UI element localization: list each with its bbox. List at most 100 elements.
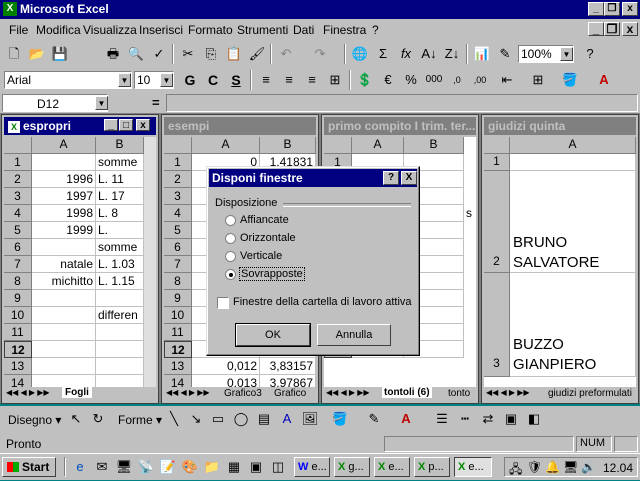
- volume-icon[interactable]: 🔊: [581, 460, 596, 474]
- copy-icon[interactable]: ⎘: [201, 44, 221, 64]
- row-header[interactable]: 12: [4, 341, 32, 358]
- corner-header[interactable]: [4, 137, 32, 154]
- font-dropdown-icon[interactable]: ▼: [118, 73, 131, 87]
- preview-icon[interactable]: 🔍: [126, 44, 146, 64]
- window-title-espropri[interactable]: Xespropri _ □ x: [4, 117, 156, 135]
- sheet-grid-giudizi[interactable]: A 1 2 BRUNO SALVATORE 3 BUZZO GIANPIERO: [484, 137, 636, 389]
- sheet-grid-espropri[interactable]: A B 1 somme 2 1996 L. 11 3 1997 L. 17 4 1998 L. 85…: [4, 137, 144, 389]
- col-header-a[interactable]: A: [352, 137, 404, 154]
- new-file-icon[interactable]: 🗋: [4, 44, 24, 64]
- explorer-icon[interactable]: 📁: [202, 457, 222, 477]
- cell-a[interactable]: 1996: [32, 171, 96, 188]
- cell-a[interactable]: [32, 290, 96, 307]
- spelling-icon[interactable]: ✓: [149, 44, 169, 64]
- sheet-tab-fogli[interactable]: Fogli: [62, 387, 92, 398]
- row-header[interactable]: 10: [4, 307, 32, 324]
- arrow-style-icon[interactable]: ⇄: [478, 409, 498, 429]
- cell-a[interactable]: 1997: [32, 188, 96, 205]
- sheet-tab-tonto[interactable]: tonto: [448, 388, 470, 399]
- notepad-icon[interactable]: 📝: [158, 457, 178, 477]
- size-select[interactable]: 10 ▼: [134, 71, 174, 89]
- row-header[interactable]: 13: [164, 358, 192, 375]
- sort-asc-icon[interactable]: A↓: [419, 44, 439, 64]
- tab-scroll-icons[interactable]: ◀◀ ◀ ▶ ▶▶: [6, 388, 50, 397]
- checkbox-label[interactable]: Finestre della cartella di lavoro attiva: [233, 296, 412, 308]
- chart-wizard-icon[interactable]: 📊: [472, 44, 492, 64]
- dialog-close-button[interactable]: X: [401, 171, 417, 185]
- row-header[interactable]: 3: [4, 188, 32, 205]
- sheet-tab-giudizi[interactable]: giudizi preformulati: [548, 388, 632, 399]
- cell-b[interactable]: [96, 290, 144, 307]
- tray-icon[interactable]: 🖥: [563, 460, 578, 474]
- window-espropri[interactable]: Xespropri _ □ x A B 1 somme 2 1996 L. 11 3 199…: [1, 114, 159, 404]
- help-icon[interactable]: ?: [580, 44, 600, 64]
- tray-icon[interactable]: 🛡: [527, 460, 542, 474]
- cell-a[interactable]: natale: [32, 256, 96, 273]
- menu-help[interactable]: ?: [372, 23, 379, 37]
- euro-icon[interactable]: €: [378, 70, 398, 90]
- autosum-icon[interactable]: Σ: [373, 44, 393, 64]
- window-title-giudizi[interactable]: giudizi quinta: [484, 117, 636, 135]
- menu-inserisci[interactable]: Inserisci: [139, 23, 183, 37]
- cell-b[interactable]: somme: [96, 154, 144, 171]
- cell-a[interactable]: [32, 358, 96, 375]
- draw-font-color-icon[interactable]: A: [396, 409, 416, 429]
- decrease-decimal-icon[interactable]: ,00: [470, 70, 490, 90]
- tab-scroll-icons[interactable]: ◀◀ ◀ ▶ ▶▶: [166, 388, 210, 397]
- zoom-select[interactable]: 100% ▼: [518, 45, 574, 63]
- cell-name[interactable]: BUZZO GIANPIERO: [510, 273, 636, 377]
- start-button[interactable]: Start: [2, 457, 56, 477]
- window-title-esempi[interactable]: esempi: [164, 117, 316, 135]
- window-min-button[interactable]: _: [104, 119, 118, 131]
- menu-visualizza[interactable]: Visualizza: [83, 23, 137, 37]
- align-right-icon[interactable]: ≡: [302, 70, 322, 90]
- dash-style-icon[interactable]: ┅: [455, 409, 475, 429]
- col-header-a[interactable]: A: [192, 137, 260, 154]
- menu-modifica[interactable]: Modifica: [36, 23, 81, 37]
- underline-button[interactable]: S: [226, 70, 246, 90]
- row-header[interactable]: 3: [484, 273, 510, 377]
- cell-b[interactable]: L.: [96, 222, 144, 239]
- autoshapes-menu[interactable]: Forme ▾: [118, 413, 162, 427]
- cell[interactable]: [510, 154, 636, 171]
- format-painter-icon[interactable]: 🖌: [247, 44, 267, 64]
- row-header[interactable]: 13: [4, 358, 32, 375]
- task-word[interactable]: W e...: [294, 457, 330, 477]
- tab-scroll-icons[interactable]: ◀◀ ◀ ▶ ▶▶: [486, 388, 530, 397]
- row-header[interactable]: 12: [164, 341, 192, 358]
- align-left-icon[interactable]: ≡: [256, 70, 276, 90]
- line-icon[interactable]: ╲: [164, 409, 184, 429]
- doc-minimize-button[interactable]: _: [588, 22, 604, 36]
- col-header-b[interactable]: B: [404, 137, 464, 154]
- name-box[interactable]: D12 ▼: [2, 94, 108, 112]
- textbox-icon[interactable]: ▤: [254, 409, 274, 429]
- col-header-a[interactable]: A: [32, 137, 96, 154]
- zoom-dropdown-icon[interactable]: ▼: [560, 47, 573, 61]
- row-header[interactable]: 2: [484, 171, 510, 273]
- cell-text[interactable]: s: [466, 205, 476, 222]
- cell-a[interactable]: [32, 307, 96, 324]
- size-dropdown-icon[interactable]: ▼: [160, 73, 173, 87]
- row-header[interactable]: 9: [4, 290, 32, 307]
- col-header-b[interactable]: B: [260, 137, 316, 154]
- channel-icon[interactable]: 📡: [136, 457, 156, 477]
- drawing-icon[interactable]: ✎: [495, 44, 515, 64]
- corner-header[interactable]: [484, 137, 510, 154]
- oval-icon[interactable]: ◯: [231, 409, 251, 429]
- cell-b[interactable]: 3,83157: [260, 358, 316, 375]
- row-header[interactable]: 5: [164, 222, 192, 239]
- cell-b[interactable]: differen: [96, 307, 144, 324]
- cell-a[interactable]: 0,012: [192, 358, 260, 375]
- row-header[interactable]: 1: [4, 154, 32, 171]
- corner-header[interactable]: [164, 137, 192, 154]
- excel-app-icon[interactable]: X: [3, 2, 17, 16]
- cell-b[interactable]: L. 8: [96, 205, 144, 222]
- save-icon[interactable]: 💾: [50, 44, 70, 64]
- task-excel-e[interactable]: X e...: [374, 457, 410, 477]
- desktop-icon[interactable]: 🖥: [114, 457, 134, 477]
- cut-icon[interactable]: ✂: [178, 44, 198, 64]
- menu-file[interactable]: File: [9, 23, 28, 37]
- row-header[interactable]: 1: [164, 154, 192, 171]
- row-header[interactable]: 11: [164, 324, 192, 341]
- 3d-icon[interactable]: ◧: [524, 409, 544, 429]
